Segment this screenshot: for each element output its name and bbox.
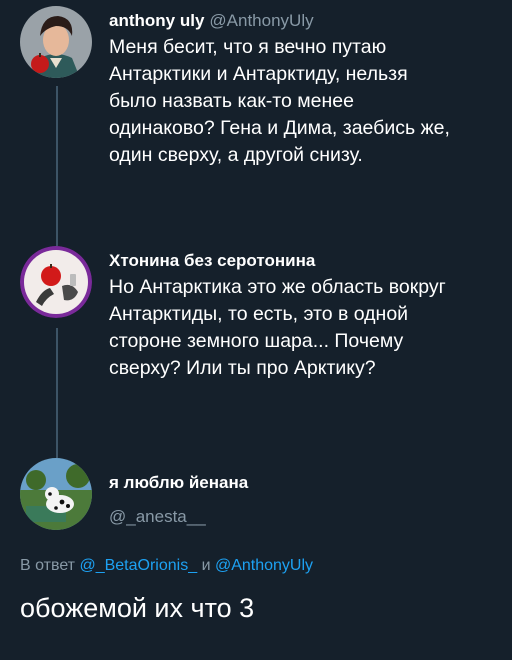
user-handle[interactable]: @AnthonyUly bbox=[209, 11, 313, 30]
tweet-text: Меня бесит, что я вечно путаю Антарктики… bbox=[109, 36, 450, 166]
avatar[interactable] bbox=[20, 246, 92, 318]
avatar[interactable] bbox=[20, 6, 92, 78]
avatar-illustration-icon bbox=[20, 246, 92, 318]
user-handle[interactable]: @_anesta__ bbox=[109, 507, 206, 526]
avatar-illustration-icon bbox=[20, 6, 92, 78]
reply-conjunction: и bbox=[201, 557, 211, 574]
reply-context: В ответ @_BetaOrionis_ и @AnthonyUly bbox=[20, 556, 313, 576]
mention-link[interactable]: @_BetaOrionis_ bbox=[79, 557, 197, 574]
display-name[interactable]: Хтонина без серотонина bbox=[109, 251, 315, 270]
reply-text: обожемой их что 3 bbox=[20, 593, 255, 623]
display-name[interactable]: anthony uly bbox=[109, 11, 204, 30]
reply-author-name: я люблю йенана bbox=[109, 473, 248, 493]
tweet-header: anthony uly @AnthonyUly bbox=[109, 11, 314, 31]
display-name[interactable]: я люблю йенана bbox=[109, 473, 248, 492]
tweet-text: Но Антарктика это же область вокруг Анта… bbox=[109, 276, 446, 379]
thread-connector-line bbox=[56, 86, 58, 246]
avatar[interactable] bbox=[20, 458, 92, 530]
tweet-header: Хтонина без серотонина bbox=[109, 251, 315, 271]
thread-connector-line bbox=[56, 328, 58, 458]
avatar-illustration-icon bbox=[20, 458, 92, 530]
reply-prefix: В ответ bbox=[20, 557, 76, 574]
mention-link[interactable]: @AnthonyUly bbox=[215, 557, 313, 574]
reply-author-handle: @_anesta__ bbox=[109, 507, 206, 527]
